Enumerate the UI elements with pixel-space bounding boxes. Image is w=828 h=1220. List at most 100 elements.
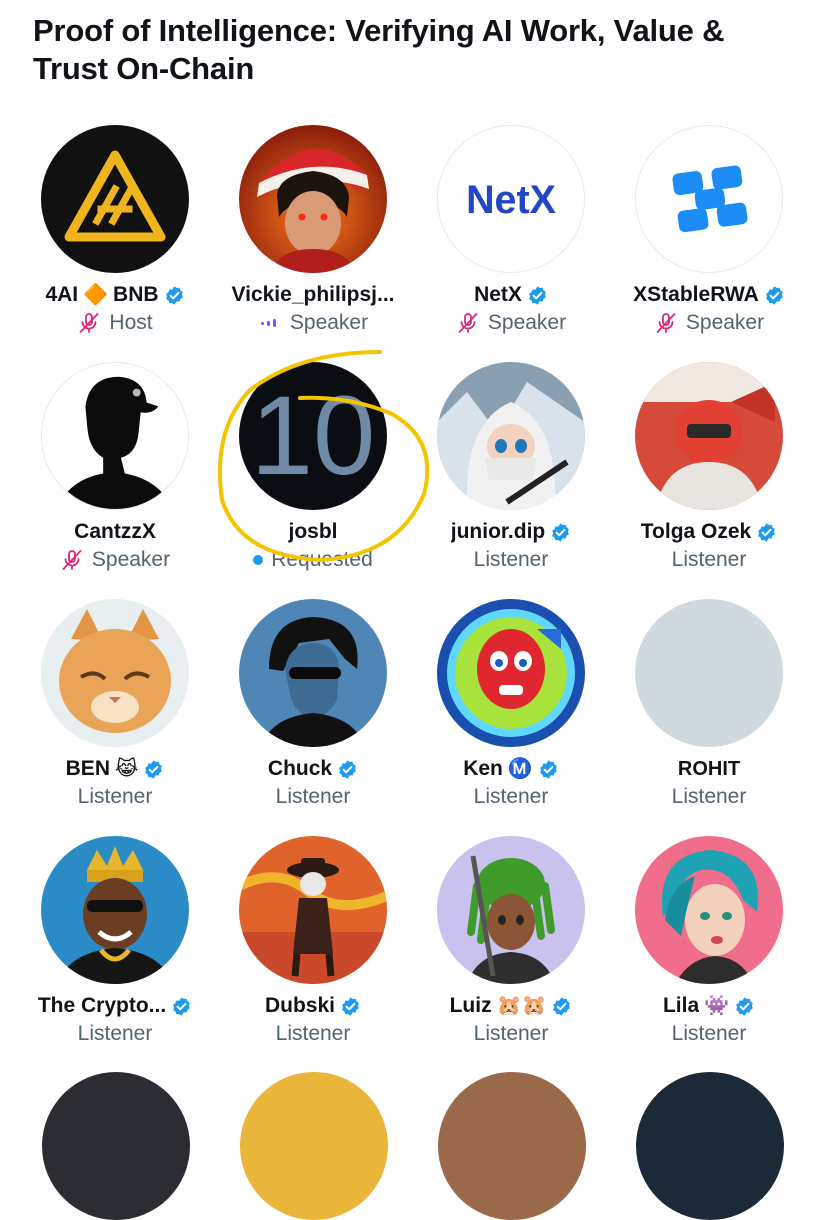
netx-logo: NetX	[438, 126, 584, 272]
4ai-logo	[41, 125, 189, 273]
avatar[interactable]	[41, 599, 189, 747]
participant-card[interactable]: 4AI 🔶 BNB Host	[16, 125, 214, 362]
participant-card[interactable]: 10 josbl Requested	[214, 362, 412, 599]
participant-name: junior.dip	[450, 520, 546, 543]
avatar[interactable]	[437, 599, 585, 747]
avatar-illustration	[239, 125, 387, 273]
mic-muted-icon	[77, 311, 101, 335]
avatar-illustration	[437, 599, 585, 747]
verified-badge-icon	[736, 996, 753, 1016]
m-circle-emoji: Ⓜ️	[507, 758, 533, 780]
participant-role: Listener	[275, 1022, 351, 1045]
verified-badge-icon	[529, 285, 546, 305]
avatar[interactable]: NetX	[437, 125, 585, 273]
verified-badge-icon	[173, 996, 190, 1016]
avatar[interactable]	[635, 362, 783, 510]
participant-card[interactable]: Dubski Listener	[214, 836, 412, 1073]
avatar[interactable]: 10	[239, 362, 387, 510]
participant-name: ROHIT	[677, 758, 741, 780]
verified-badge-icon	[552, 522, 570, 542]
avatar[interactable]	[41, 125, 189, 273]
participant-role: Listener	[671, 548, 747, 571]
cat-photo	[41, 599, 189, 747]
requested-dot-icon	[253, 555, 264, 565]
netx-logo-text: NetX	[466, 178, 556, 222]
avatar-number: 10	[251, 373, 376, 498]
participant-name: Ken	[463, 757, 503, 780]
participant-role: Host	[109, 311, 153, 334]
participant-role: Listener	[473, 548, 549, 571]
avatar[interactable]	[635, 836, 783, 984]
participant-name: BEN	[65, 757, 110, 780]
participant-card[interactable]: Chuck Listener	[214, 599, 412, 836]
participant-role: Listener	[473, 1022, 549, 1045]
verified-badge-icon	[539, 759, 557, 779]
avatar-illustration	[41, 836, 189, 984]
participant-name: Lila	[662, 994, 700, 1017]
avatar[interactable]	[239, 125, 387, 273]
participant-name-suffix: BNB	[113, 283, 159, 306]
participant-name: CantzzX	[74, 520, 156, 543]
avatar[interactable]	[239, 836, 387, 984]
participant-role: Listener	[77, 785, 153, 808]
verified-badge-icon	[766, 285, 783, 305]
avatar-photo	[635, 362, 783, 510]
participant-role: Listener	[77, 1022, 153, 1045]
avatar-partial[interactable]	[636, 1072, 784, 1220]
participant-card[interactable]: Vickie_philipsj... Speaker	[214, 125, 412, 362]
participant-card[interactable]: Luiz 🐹🐹 Listener	[412, 836, 610, 1073]
participant-card[interactable]: BEN 😹 Listener	[16, 599, 214, 836]
participant-card[interactable]: ROHIT Listener	[610, 599, 808, 836]
participant-card[interactable]: NetX NetX Speaker	[412, 125, 610, 362]
participant-name: josbl	[288, 520, 338, 543]
alien-emoji: 👾	[704, 995, 730, 1017]
avatar[interactable]	[41, 836, 189, 984]
mic-muted-icon	[654, 311, 678, 335]
avatar[interactable]	[41, 362, 189, 510]
avatar-illustration	[437, 362, 585, 510]
participant-role: Speaker	[685, 311, 765, 334]
participant-grid: 4AI 🔶 BNB Host Vickie_philipsj... Speake…	[16, 125, 808, 1073]
avatar[interactable]	[437, 362, 585, 510]
space-title: Proof of Intelligence: Verifying AI Work…	[33, 13, 725, 86]
diamond-emoji: 🔶	[83, 284, 109, 306]
avatar-partial[interactable]	[240, 1072, 388, 1220]
verified-badge-icon	[165, 285, 183, 305]
verified-badge-icon	[758, 522, 776, 542]
participant-card[interactable]: junior.dip Listener	[412, 362, 610, 599]
verified-badge-icon	[342, 996, 359, 1016]
participant-name: Luiz	[449, 994, 492, 1017]
participant-card[interactable]: XStableRWA Speaker	[610, 125, 808, 362]
avatar[interactable]	[437, 836, 585, 984]
avatar-illustration	[239, 836, 387, 984]
avatar-partial[interactable]	[42, 1072, 190, 1220]
participant-role: Speaker	[91, 548, 171, 571]
participant-role: Listener	[671, 785, 747, 808]
avatar-placeholder[interactable]	[635, 599, 783, 747]
participant-name: XStableRWA	[633, 283, 759, 306]
mic-muted-icon	[60, 548, 84, 572]
participant-name: Vickie_philipsj...	[231, 283, 395, 306]
participant-card[interactable]: Lila 👾 Listener	[610, 836, 808, 1073]
participant-role: Listener	[671, 1022, 747, 1045]
avatar-silhouette	[42, 363, 188, 509]
cat-emoji: 😹	[114, 758, 139, 780]
avatar-partial[interactable]	[438, 1072, 586, 1220]
participant-card[interactable]: Tolga Ozek Listener	[610, 362, 808, 599]
avatar-illustration	[437, 836, 585, 984]
participant-card[interactable]: The Crypto... Listener	[16, 836, 214, 1073]
avatar-illustration	[239, 599, 387, 747]
participant-name: NetX	[474, 283, 522, 306]
participant-name: Chuck	[267, 757, 333, 780]
ten-avatar: 10	[239, 362, 387, 510]
avatar[interactable]	[239, 599, 387, 747]
verified-badge-icon	[145, 759, 163, 779]
participant-card[interactable]: Ken Ⓜ️ Listener	[412, 599, 610, 836]
participant-role: Listener	[275, 785, 351, 808]
mic-muted-icon	[456, 311, 480, 335]
participant-role: Speaker	[289, 311, 369, 334]
participant-name: 4AI	[45, 283, 79, 306]
verified-badge-icon	[553, 996, 571, 1016]
avatar[interactable]	[635, 125, 783, 273]
participant-card[interactable]: CantzzX Speaker	[16, 362, 214, 599]
